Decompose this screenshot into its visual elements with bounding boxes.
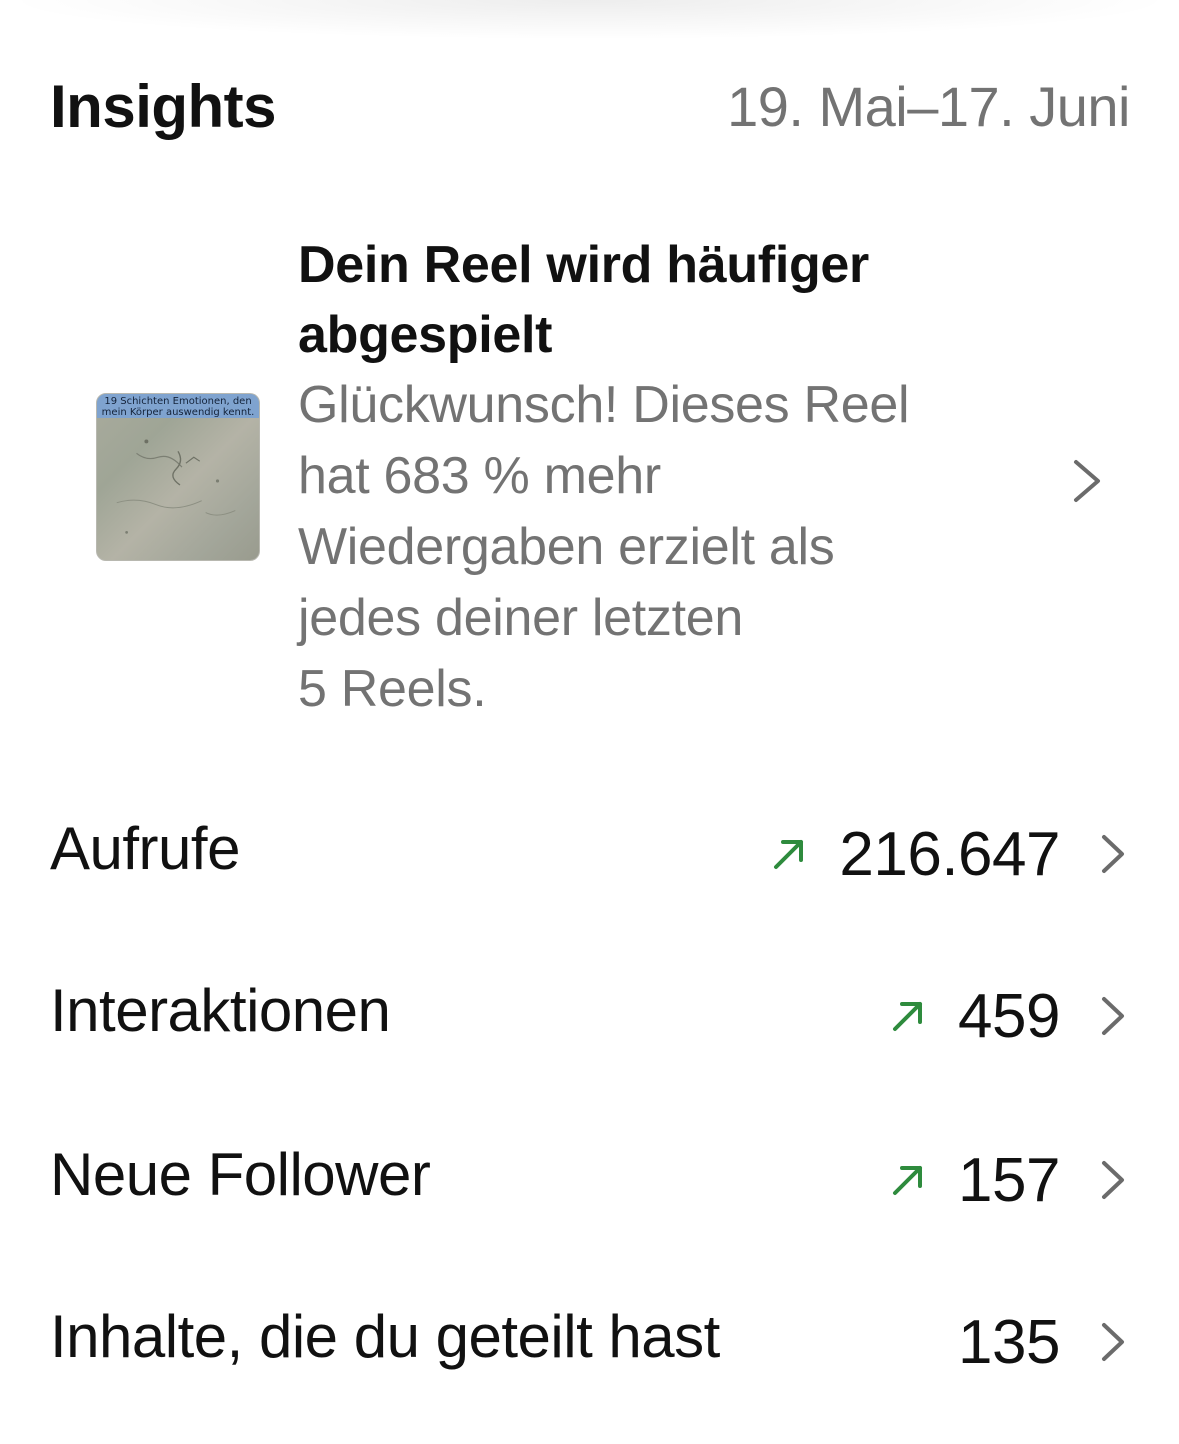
highlight-body-line: Glückwunsch! Dieses Reel [298, 376, 910, 434]
reel-highlight-card[interactable]: 19 Schichten Emotionen, den mein Körper … [0, 230, 1179, 730]
chevron-right-icon[interactable] [1100, 1159, 1126, 1201]
chevron-right-icon[interactable] [1100, 1321, 1126, 1363]
metric-value: 157 [958, 1145, 1060, 1215]
chevron-right-icon[interactable] [1100, 833, 1126, 875]
metric-label: Neue Follower [50, 1141, 431, 1208]
highlight-title-line: abgespielt [298, 306, 553, 364]
thumbnail-caption-line: 19 Schichten Emotionen, den [104, 396, 252, 407]
metric-label: Aufrufe [50, 815, 240, 882]
metric-value: 459 [958, 981, 1060, 1051]
metric-row-interactions[interactable]: Interaktionen 459 [50, 968, 1130, 1058]
metric-value-group: 216.647 [771, 814, 1130, 894]
metric-label: Inhalte, die du geteilt hast [50, 1303, 720, 1370]
highlight-body-line: jedes deiner letzten [298, 589, 743, 647]
highlight-title-line: Dein Reel wird häufiger [298, 236, 869, 294]
metric-row-shared-content[interactable]: Inhalte, die du geteilt hast 135 [50, 1294, 1130, 1384]
trend-up-icon [893, 1166, 923, 1195]
insights-header: Insights 19. Mai–17. Juni [50, 72, 1130, 152]
thumbnail-caption-line: mein Körper auswendig kennt. [101, 407, 255, 418]
top-shadow [0, 0, 1179, 40]
highlight-body-line: 5 Reels. [298, 660, 487, 718]
metric-label: Interaktionen [50, 977, 391, 1044]
metric-row-new-followers[interactable]: Neue Follower 157 [50, 1132, 1130, 1222]
metric-value-group: 135 [958, 1302, 1130, 1382]
metric-value: 216.647 [839, 819, 1060, 889]
metric-value-group: 157 [890, 1140, 1130, 1220]
chevron-right-icon[interactable] [1070, 458, 1104, 504]
highlight-body-line: Wiedergaben erzielt als [298, 518, 835, 576]
highlight-body-line: hat 683 % mehr [298, 447, 661, 505]
trend-up-icon [893, 1002, 923, 1031]
page-title: Insights [50, 73, 277, 140]
metric-value: 135 [958, 1307, 1060, 1377]
highlight-body: Glückwunsch! Dieses Reel hat 683 % mehr … [298, 370, 1018, 725]
metric-row-views[interactable]: Aufrufe 216.647 [50, 806, 1130, 896]
thumbnail-texture [116, 439, 236, 534]
reel-thumbnail[interactable]: 19 Schichten Emotionen, den mein Körper … [96, 393, 260, 561]
chevron-right-icon[interactable] [1100, 995, 1126, 1037]
trend-up-icon [774, 840, 804, 869]
thumbnail-caption: 19 Schichten Emotionen, den mein Körper … [97, 394, 259, 418]
highlight-text: Dein Reel wird häufiger abgespielt Glück… [298, 230, 1018, 725]
date-range[interactable]: 19. Mai–17. Juni [727, 74, 1130, 139]
metric-value-group: 459 [890, 976, 1130, 1056]
highlight-title: Dein Reel wird häufiger abgespielt [298, 230, 1018, 370]
